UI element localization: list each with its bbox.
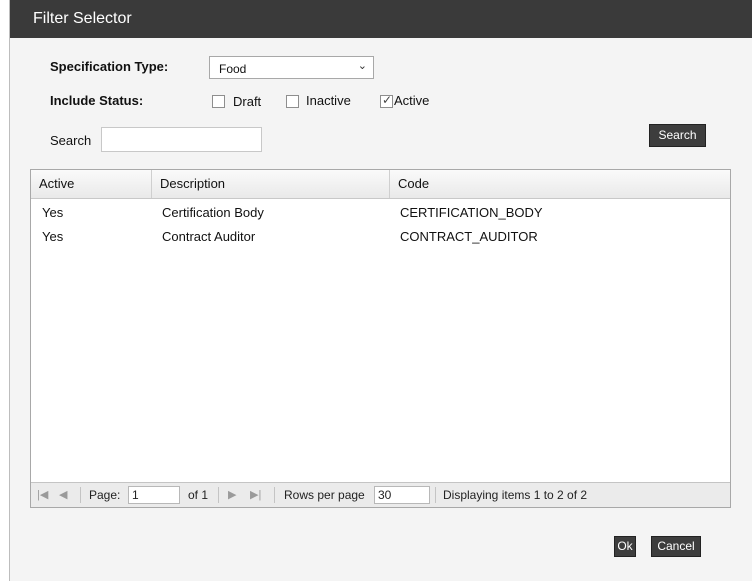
check-icon: ✓ bbox=[382, 93, 393, 107]
pager-divider bbox=[218, 487, 219, 503]
include-status-label: Include Status: bbox=[50, 93, 144, 108]
column-header-active[interactable]: Active bbox=[31, 170, 152, 198]
prev-page-icon[interactable]: ◀ bbox=[59, 488, 67, 501]
dialog-titlebar[interactable]: Filter Selector bbox=[10, 0, 752, 38]
page-label: Page: bbox=[89, 488, 121, 502]
pager-divider bbox=[80, 487, 81, 503]
table-row[interactable]: Yes Contract Auditor CONTRACT_AUDITOR bbox=[31, 225, 730, 249]
grid-pager: |◀ ◀ Page: 1 of 1 ▶ ▶| Rows per page 30 … bbox=[31, 482, 730, 507]
search-label: Search bbox=[50, 133, 92, 148]
cell-active: Yes bbox=[42, 229, 64, 244]
cell-code: CONTRACT_AUDITOR bbox=[400, 229, 538, 244]
filter-selector-dialog: Filter Selector Specification Type: Food… bbox=[9, 0, 752, 581]
page-of-text: of 1 bbox=[188, 488, 209, 502]
rows-per-page-input[interactable]: 30 bbox=[374, 486, 430, 504]
display-status-text: Displaying items 1 to 2 of 2 bbox=[443, 488, 588, 502]
spec-type-value: Food bbox=[219, 62, 247, 76]
status-active-label: Active bbox=[394, 93, 430, 108]
first-page-icon[interactable]: |◀ bbox=[37, 488, 48, 501]
next-page-icon[interactable]: ▶ bbox=[228, 488, 236, 501]
table-row[interactable]: Yes Certification Body CERTIFICATION_BOD… bbox=[31, 201, 730, 225]
chevron-down-icon[interactable]: ⌄ bbox=[358, 59, 367, 72]
status-draft-checkbox[interactable] bbox=[212, 95, 225, 108]
pager-divider bbox=[274, 487, 275, 503]
cell-description: Certification Body bbox=[162, 205, 264, 220]
spec-type-label: Specification Type: bbox=[50, 59, 169, 74]
cell-active: Yes bbox=[42, 205, 64, 220]
search-input[interactable] bbox=[101, 127, 262, 152]
status-inactive-checkbox[interactable] bbox=[286, 95, 299, 108]
status-active-option[interactable]: ✓ Active bbox=[380, 93, 450, 111]
page-input[interactable]: 1 bbox=[128, 486, 180, 504]
pager-divider bbox=[435, 487, 436, 503]
results-grid: Active Description Code Yes Certificatio… bbox=[30, 169, 731, 508]
status-draft-label: Draft bbox=[233, 94, 262, 109]
status-inactive-label: Inactive bbox=[306, 93, 351, 108]
grid-header: Active Description Code bbox=[31, 170, 730, 199]
status-active-checkbox[interactable]: ✓ bbox=[380, 93, 393, 108]
last-page-icon[interactable]: ▶| bbox=[250, 488, 261, 501]
status-inactive-option[interactable]: Inactive bbox=[286, 93, 366, 111]
search-button[interactable]: Search bbox=[649, 124, 706, 147]
cancel-button[interactable]: Cancel bbox=[651, 536, 701, 557]
ok-button[interactable]: Ok bbox=[614, 536, 636, 557]
column-header-code[interactable]: Code bbox=[390, 170, 731, 198]
rows-per-page-label: Rows per page bbox=[284, 488, 365, 502]
spec-type-select[interactable]: Food ⌄ bbox=[209, 56, 374, 79]
dialog-title: Filter Selector bbox=[33, 10, 132, 27]
cell-description: Contract Auditor bbox=[162, 229, 256, 244]
status-draft-option[interactable]: Draft bbox=[212, 93, 282, 111]
cell-code: CERTIFICATION_BODY bbox=[400, 205, 543, 220]
column-header-description[interactable]: Description bbox=[152, 170, 390, 198]
